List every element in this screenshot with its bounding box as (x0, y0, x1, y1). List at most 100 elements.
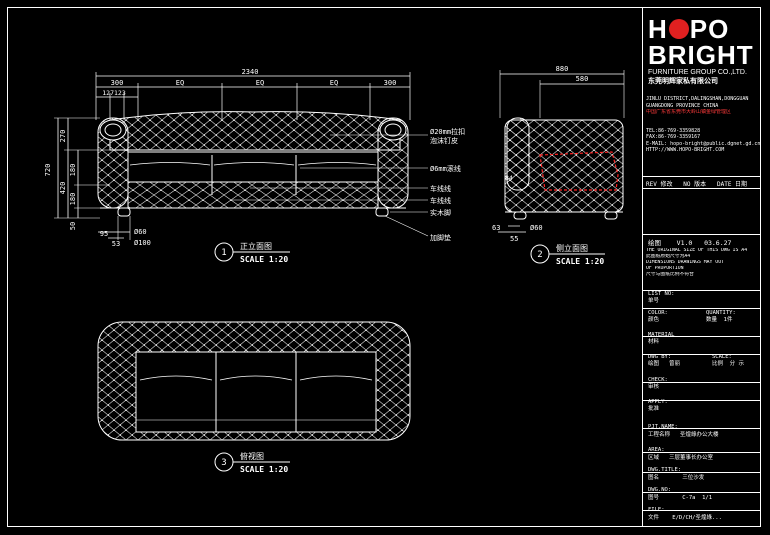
dim-foot-w1: 95 (100, 230, 108, 238)
dim-arm-right: 300 (384, 79, 397, 87)
dwg-no-sheet: 1/1 (702, 495, 713, 501)
check-label: CHECK: (648, 377, 668, 383)
check-field: CHECK: 审核 (648, 377, 668, 391)
front-view (54, 72, 429, 240)
front-view-number: 1 (221, 248, 226, 258)
dim-foot-d2: Ø100 (134, 239, 151, 247)
dwg-title-label: DWG.TITLE: (648, 467, 682, 473)
website: HTTP://WWW.HOPO-BRIGHT.COM (646, 147, 725, 153)
proportion-note: THE ORIGINAL SIZE OF THIS DWG IS A4 此图纸原… (646, 248, 760, 278)
dwg-no-value: C-7a (682, 495, 696, 501)
area-cn: 区域 (648, 455, 660, 461)
version: V1.0 (676, 239, 693, 247)
company-name-cn: 东莞明辉家私有限公司 (648, 78, 718, 85)
front-right-foot (375, 207, 389, 217)
dim-eq-1: EQ (176, 79, 184, 87)
rev-header: REV 修改 NO 版本 DATE 日期 (646, 179, 747, 188)
file-field: FILE: 文件 E/D/CH/圣煌綠... (648, 506, 722, 522)
scale-cn: 比例 (712, 361, 724, 367)
project-cn: 工程名称 (648, 432, 671, 438)
rev-label: REV 修改 (646, 181, 673, 188)
dim-arm-detail: 127123 (102, 89, 126, 97)
dim-back-height: 180 (69, 164, 77, 177)
logo-dot-icon (668, 19, 689, 39)
scale-value: 分 示 (729, 361, 744, 367)
color-field: COLOR: 颜色 (648, 310, 668, 324)
dim-arm-left: 300 (111, 79, 124, 87)
dwg-no-cn: 图号 (648, 495, 660, 501)
apply-label: APPLY: (648, 399, 668, 405)
logo-bright: BRIGHT (648, 40, 754, 70)
file-label: FILE: (648, 507, 665, 513)
dim-side-diameter: Ø60 (530, 224, 543, 232)
project-value: 圣煌綠办公大楼 (679, 432, 719, 438)
area-field: AREA: 区域 三层董事长办公室 (648, 446, 713, 462)
callout-foot-pad: 加脚垫 (430, 233, 451, 242)
material-cn: 材料 (648, 339, 660, 345)
dwg-title-value: 三位沙发 (682, 475, 705, 481)
scale-field: SCALE: 比例 分 示 (712, 354, 744, 368)
top-view-label: 俯视图 (240, 451, 264, 461)
company-logo: H PO BRIGHT FURNITURE GROUP CO.,LTD. 东莞明辉… (648, 16, 754, 86)
title-block-text: JINLU DISTRICT,DALINGSHAN,DONGGUAN GUANG… (646, 96, 760, 154)
list-no-field: LIST NO: 单号 (648, 291, 675, 305)
quantity-cn: 数量 (706, 317, 718, 323)
top-view-title: 3 俯视图 SCALE 1:20 (214, 451, 290, 474)
side-view-scale: SCALE 1:20 (556, 257, 604, 266)
callout-button: Ø20mm拉扣 (430, 127, 465, 136)
scale-label: SCALE: (712, 354, 732, 360)
dim-foot-w2: 53 (112, 240, 120, 248)
drafter: 绘图 (648, 239, 661, 247)
dwg-by-value: 曾丽 (668, 361, 680, 367)
check-cn: 审核 (648, 384, 660, 390)
dwg-title-field: DWG.TITLE: 图名 三位沙发 (648, 466, 704, 482)
dwg-by-field: DWG BY: 绘图 曾丽 (648, 354, 680, 368)
list-no-cn: 单号 (648, 298, 660, 304)
version-date: 03.6.27 (704, 239, 732, 247)
list-no-label: LIST NO: (648, 291, 675, 297)
quantity-field: QUANTITY: 数量 1件 (706, 310, 736, 324)
top-view-number: 3 (221, 458, 226, 468)
dim-eq-2: EQ (256, 79, 264, 87)
quantity-label: QUANTITY: (706, 310, 736, 316)
color-cn: 颜色 (648, 317, 660, 323)
dwg-no-label: DWG.NO: (648, 487, 672, 493)
front-view-scale: SCALE 1:20 (240, 255, 288, 264)
version-row: 绘图 V1.0 03.6.27 (648, 237, 731, 247)
front-view-title: 1 正立面图 SCALE 1:20 (214, 241, 290, 264)
dim-side-depth: 880 (556, 65, 569, 73)
area-value: 三层董事长办公室 (668, 455, 713, 461)
color-label: COLOR: (648, 310, 668, 316)
dim-side-55: 55 (510, 235, 518, 243)
area-label: AREA: (648, 447, 665, 453)
dim-foot-d1: Ø60 (134, 228, 147, 236)
side-view-title: 2 侧立面图 SCALE 1:20 (530, 243, 605, 266)
material-field: MATERIAL 材料 (648, 332, 675, 346)
side-view (498, 70, 625, 233)
callout-stitch-2: 车线线 (430, 196, 451, 205)
apply-field: APPLY: 批准 (648, 399, 668, 413)
dim-side-seat: 580 (576, 75, 589, 83)
file-value: E/D/CH/圣煌綠... (672, 515, 722, 521)
date-label: DATE 日期 (716, 181, 748, 188)
dwg-by-label: DWG BY: (648, 354, 672, 360)
project-label: PJT.NAME: (648, 424, 678, 430)
callout-piping: Ø6mm滚线 (430, 164, 461, 173)
top-view (97, 321, 411, 441)
project-field: PJT.NAME: 工程名称 圣煌綠办公大楼 (648, 423, 718, 439)
side-view-number: 2 (537, 250, 542, 260)
dim-upper-height: 270 (59, 130, 67, 143)
apply-cn: 批准 (648, 406, 660, 412)
quantity-value: 1件 (723, 317, 733, 323)
side-view-label: 侧立面图 (556, 243, 588, 253)
dim-foot-height: 50 (69, 222, 77, 230)
dim-eq-3: EQ (330, 79, 338, 87)
dim-total-height: 720 (44, 164, 52, 177)
dim-side-84: 84 (505, 174, 513, 182)
dwg-by-cn: 绘图 (648, 361, 660, 367)
callout-foam: 泡沫钉皮 (430, 136, 458, 145)
material-label: MATERIAL (648, 332, 675, 338)
no-label: NO 版本 (683, 181, 707, 188)
dim-seat-height: 420 (59, 182, 67, 195)
dwg-title-cn: 图名 (648, 475, 660, 481)
